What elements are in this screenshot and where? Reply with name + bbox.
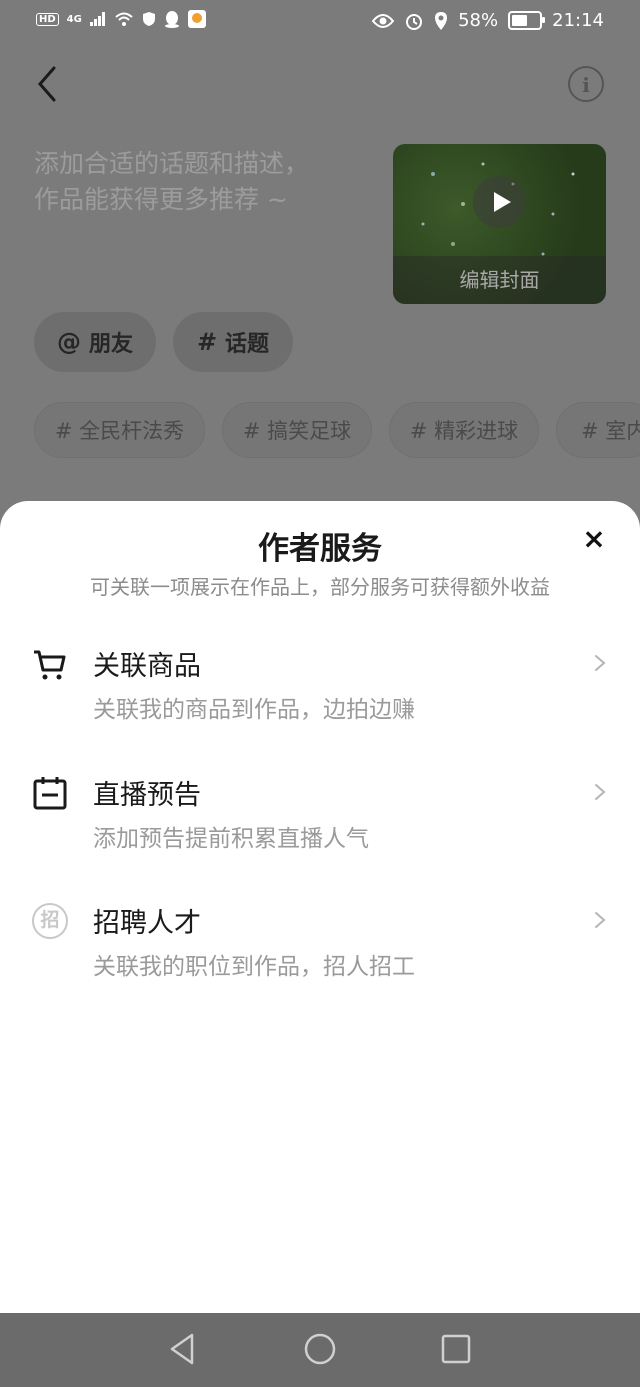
recruit-icon-text: 招 <box>40 909 60 931</box>
battery-icon <box>508 11 546 30</box>
wifi-icon <box>115 12 133 26</box>
status-bar: HD 4G 58% 21:14 <box>0 0 640 44</box>
calendar-icon <box>33 777 67 810</box>
service-item-desc: 关联我的职位到作品，招人招工 <box>93 954 415 980</box>
back-button[interactable] <box>30 62 70 106</box>
chevron-right-icon <box>595 912 606 928</box>
description-input[interactable]: 添加合适的话题和描述， 作品能获得更多推荐 ~ <box>34 146 354 218</box>
chevron-left-icon <box>38 66 56 102</box>
chevron-right-icon <box>595 655 606 671</box>
hash-icon: # <box>196 328 218 356</box>
service-item-desc: 添加预告提前积累直播人气 <box>93 826 369 852</box>
chevron-right-icon <box>595 784 606 800</box>
app-notification-icon <box>187 10 206 28</box>
nav-home-icon[interactable] <box>302 1331 338 1367</box>
sheet-title: 作者服务 <box>258 531 382 567</box>
description-placeholder-line1: 添加合适的话题和描述， <box>34 149 310 178</box>
service-item-title: 招聘人才 <box>93 908 201 939</box>
recruit-icon: 招 <box>32 903 68 939</box>
location-icon <box>435 11 448 30</box>
description-placeholder-line2: 作品能获得更多推荐 ~ <box>34 185 288 214</box>
info-button[interactable]: i <box>568 66 604 102</box>
service-item-desc: 关联我的商品到作品，边拍边赚 <box>93 697 415 723</box>
nav-back-icon[interactable] <box>166 1331 202 1367</box>
suggested-topic[interactable]: # 全民杆法秀 <box>34 402 205 458</box>
topic-chip-label: 话题 <box>225 332 270 357</box>
qq-icon <box>164 11 179 28</box>
shield-icon <box>142 12 155 26</box>
network-label: 4G <box>66 13 82 25</box>
edit-cover-button[interactable]: 编辑封面 <box>393 256 606 304</box>
service-item-link-product[interactable]: 关联商品 关联我的商品到作品，边拍边赚 <box>0 644 640 764</box>
service-item-live-preview[interactable]: 直播预告 添加预告提前积累直播人气 <box>0 773 640 893</box>
service-item-recruit[interactable]: 招 招聘人才 关联我的职位到作品，招人招工 <box>0 901 640 1021</box>
info-icon: i <box>582 73 590 97</box>
battery-percent: 58% <box>458 10 499 31</box>
alarm-icon <box>406 13 423 30</box>
sheet-subtitle: 可关联一项展示在作品上，部分服务可获得额外收益 <box>90 575 550 599</box>
service-item-title: 关联商品 <box>93 651 201 682</box>
suggested-topic[interactable]: # 搞笑足球 <box>222 402 372 458</box>
system-nav-bar <box>0 1313 640 1387</box>
hd-badge: HD <box>36 12 59 26</box>
signal-icon <box>89 12 105 26</box>
eye-icon <box>372 13 395 28</box>
mention-chip-label: 朋友 <box>88 332 133 357</box>
nav-recents-icon[interactable] <box>438 1331 474 1367</box>
service-item-title: 直播预告 <box>93 780 201 811</box>
cart-icon <box>34 650 66 680</box>
mention-friend-chip[interactable]: @ 朋友 <box>34 312 156 372</box>
add-topic-chip[interactable]: # 话题 <box>173 312 293 372</box>
status-left: HD 4G <box>36 10 206 28</box>
at-icon: @ <box>56 328 81 356</box>
clock: 21:14 <box>552 10 604 31</box>
suggested-topic[interactable]: # 精彩进球 <box>389 402 539 458</box>
close-icon[interactable]: × <box>580 525 608 553</box>
play-icon[interactable] <box>473 176 525 228</box>
suggested-topic[interactable]: # 室内 <box>556 402 640 458</box>
author-services-sheet: 作者服务 × 可关联一项展示在作品上，部分服务可获得额外收益 关联商品 关联我的… <box>0 501 640 1313</box>
status-right: 58% 21:14 <box>372 10 604 31</box>
